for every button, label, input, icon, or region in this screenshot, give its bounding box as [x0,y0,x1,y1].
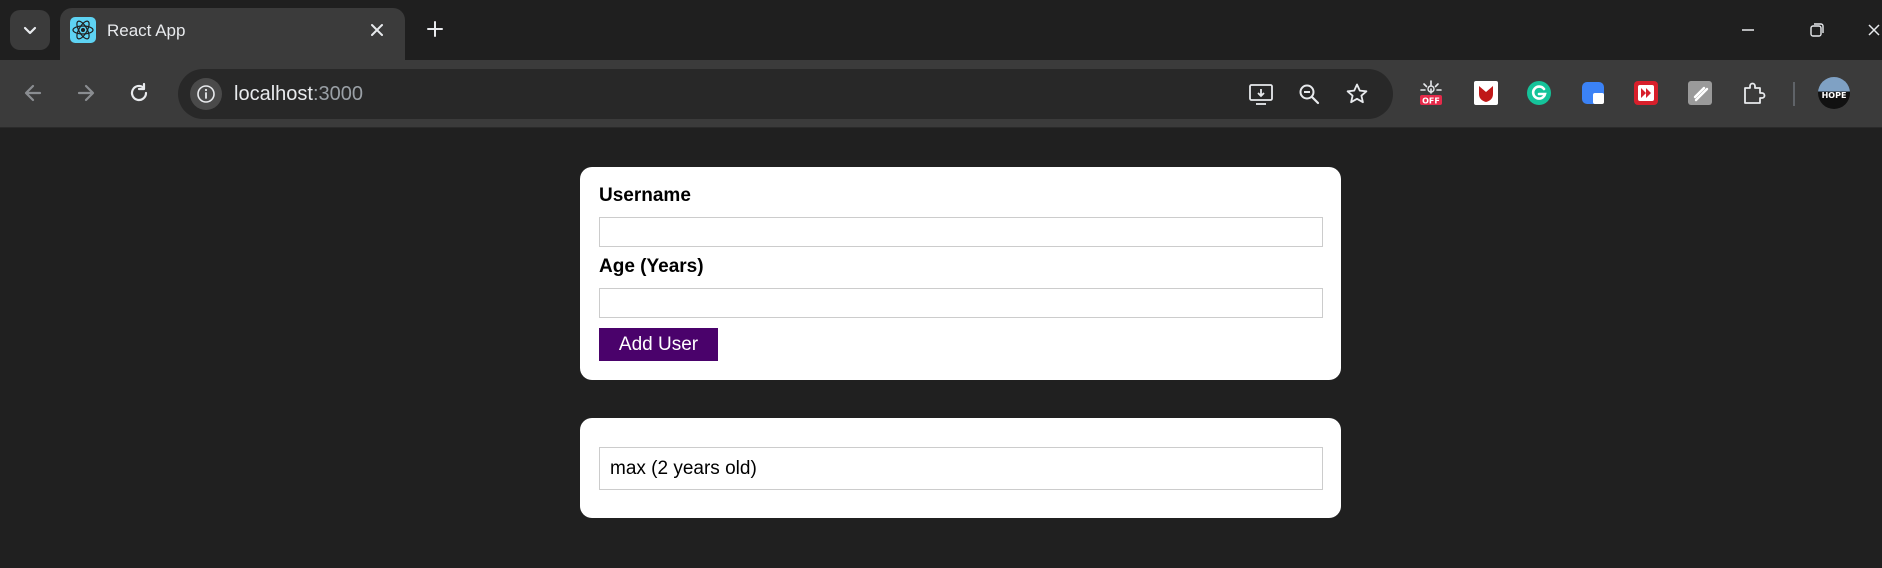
restore-icon [1810,23,1824,37]
zoom-out-icon [1299,84,1320,105]
back-button[interactable] [16,76,50,110]
bookmark-button[interactable] [1343,80,1371,108]
arrow-right-icon [77,84,95,102]
install-app-button[interactable] [1247,80,1275,108]
off-extension-icon: OFF [1420,80,1442,106]
add-user-button[interactable]: Add User [599,328,718,361]
chevron-down-icon [23,26,37,35]
add-user-form-card: Username Age (Years) Add User [580,167,1341,380]
restore-button[interactable] [1803,16,1831,44]
reload-icon [130,82,148,102]
extensions-menu-button[interactable] [1739,78,1769,108]
blue-square-extension-button[interactable] [1578,78,1608,108]
info-icon [197,85,215,103]
star-icon [1346,83,1368,104]
arrow-left-icon [24,84,42,102]
new-tab-button[interactable] [422,16,448,42]
grammarly-extension-button[interactable] [1524,78,1554,108]
profile-avatar[interactable]: HOPE [1818,77,1850,109]
blue-square-extension-icon [1582,82,1604,104]
tab-strip: React App [0,0,1882,60]
age-label: Age (Years) [599,256,704,277]
red-play-extension-button[interactable] [1631,78,1661,108]
forward-button[interactable] [69,76,103,110]
active-tab[interactable]: React App [60,8,405,60]
site-info-button[interactable] [190,78,222,110]
zoom-button[interactable] [1295,80,1323,108]
toolbar-divider [1793,82,1795,106]
svg-text:OFF: OFF [1422,97,1440,106]
url-text[interactable]: localhost:3000 [234,83,363,106]
minimize-button[interactable] [1734,16,1762,44]
plus-icon [427,21,443,37]
red-play-extension-icon [1634,81,1658,105]
username-label: Username [599,185,691,206]
tab-close-button[interactable] [365,18,389,42]
mcafee-extension-icon [1474,81,1498,105]
off-extension-button[interactable]: OFF [1416,78,1446,108]
url-port: :3000 [312,83,363,105]
profile-badge-text: HOPE [1821,90,1847,100]
gray-extension-button[interactable] [1685,78,1715,108]
username-input[interactable] [599,217,1323,247]
users-list-card: max (2 years old) [580,418,1341,518]
close-icon [1868,24,1880,36]
reload-button[interactable] [122,76,156,110]
age-input[interactable] [599,288,1323,318]
browser-toolbar: localhost:3000 OFF HOPE [0,60,1882,128]
gray-extension-icon [1688,81,1712,105]
tab-title: React App [107,21,186,40]
grammarly-extension-icon [1527,81,1551,105]
list-item: max (2 years old) [599,447,1323,490]
react-logo-icon [70,17,96,43]
tab-search-button[interactable] [10,10,50,50]
minimize-icon [1742,29,1754,31]
puzzle-piece-icon [1744,82,1766,104]
install-app-icon [1249,84,1273,105]
address-bar[interactable]: localhost:3000 [178,69,1393,119]
close-window-button[interactable] [1866,16,1882,44]
url-host: localhost [234,83,313,105]
close-icon [371,24,383,36]
mcafee-extension-button[interactable] [1471,78,1501,108]
